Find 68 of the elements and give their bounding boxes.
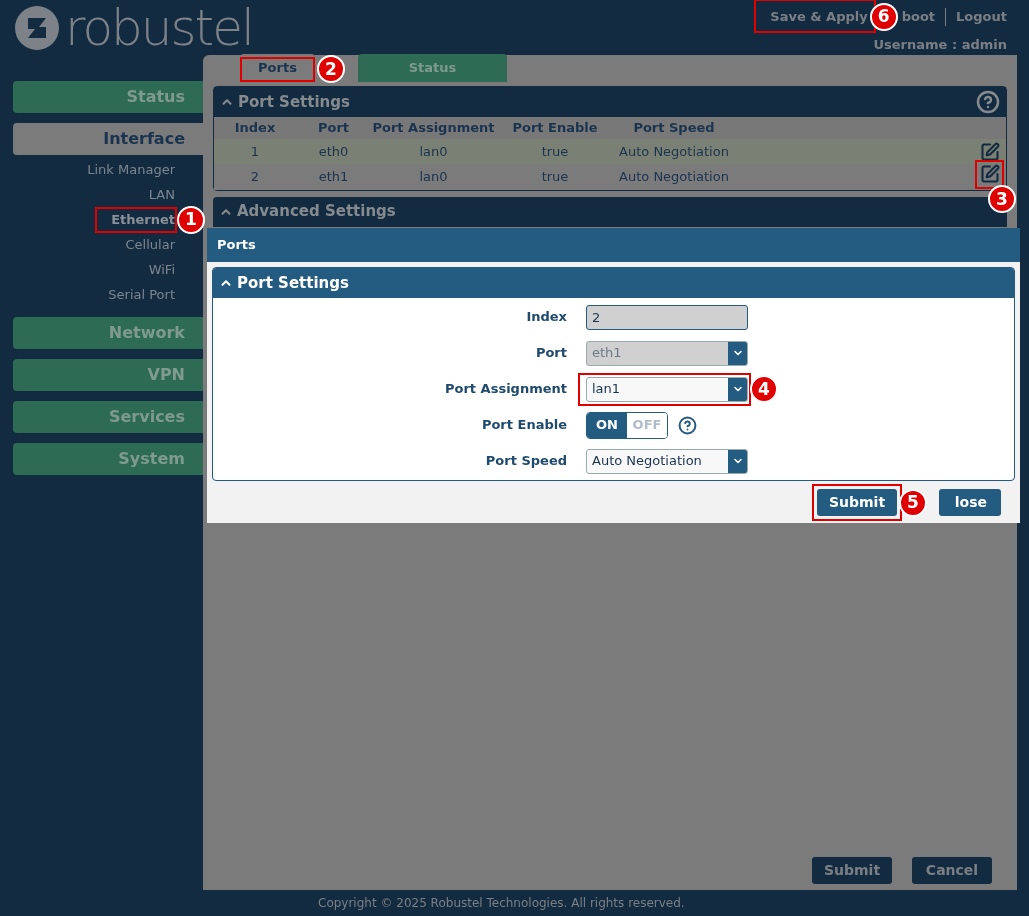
step-number-badge: 6: [869, 2, 898, 31]
field-label: Port Speed: [484, 452, 568, 471]
header-link[interactable]: boot: [901, 7, 936, 27]
field-label: Port Enable: [480, 416, 568, 435]
table-cell: 2: [214, 164, 296, 190]
dialog-title: Ports: [217, 236, 256, 255]
table-cell: lan0: [371, 139, 496, 164]
table-cell: true: [496, 164, 614, 190]
sidebar-subitem[interactable]: LAN: [148, 184, 175, 205]
select-field[interactable]: lan1: [586, 376, 748, 402]
column-header: Index: [214, 117, 296, 139]
sidebar-subitem[interactable]: Link Manager: [87, 159, 175, 180]
dialog-button[interactable]: Submit: [817, 489, 897, 516]
table-cell: eth1: [296, 164, 371, 190]
header-link[interactable]: Save & Apply: [770, 7, 868, 27]
table-cell: Auto Negotiation: [614, 139, 734, 164]
toggle-switch[interactable]: ON OFF: [586, 411, 668, 439]
copyright-text: Copyright © 2025 Robustel Technologies. All rights reserved.: [318, 895, 685, 912]
sidebar-menu-item[interactable]: Network: [13, 317, 203, 349]
dialog-button[interactable]: lose: [939, 489, 1001, 516]
column-header: Port Enable: [496, 117, 614, 139]
field-label: Port: [534, 344, 568, 363]
column-header: Port: [296, 117, 371, 139]
edit-icon[interactable]: [980, 164, 1000, 184]
dropdown-chevron-icon: [728, 341, 747, 365]
table-cell: 1: [214, 139, 296, 164]
select-value: Auto Negotiation: [591, 452, 703, 471]
sidebar-subitem[interactable]: Ethernet: [111, 209, 175, 230]
username-label: Username : admin: [873, 35, 1007, 54]
dropdown-chevron-icon: [728, 377, 747, 401]
column-header: Port Speed: [614, 117, 734, 139]
table-cell: true: [496, 139, 614, 164]
form-button[interactable]: Cancel: [912, 857, 992, 884]
field-label: Port Assignment: [444, 380, 568, 399]
sidebar-menu-item[interactable]: VPN: [13, 359, 203, 391]
help-icon[interactable]: [678, 415, 697, 435]
step-number-badge: 4: [750, 375, 778, 403]
sidebar-menu-item[interactable]: Interface: [13, 123, 203, 155]
step-number-badge: 3: [988, 185, 1016, 213]
table-cell: lan0: [371, 164, 496, 190]
edit-icon[interactable]: [980, 141, 1000, 162]
step-number-badge: 2: [317, 55, 345, 84]
header-link[interactable]: Logout: [956, 7, 1007, 27]
field-label: Index: [525, 308, 568, 327]
sidebar-menu-item[interactable]: Status: [13, 81, 203, 113]
sidebar-menu-item[interactable]: Services: [13, 401, 203, 433]
section-title: Advanced Settings: [237, 201, 396, 223]
select-value: eth1: [591, 344, 623, 363]
table-cell: Auto Negotiation: [614, 164, 734, 190]
column-header: Port Assignment: [371, 117, 496, 139]
toggle-on-label: ON: [587, 412, 627, 438]
section-title: Port Settings: [237, 272, 349, 294]
sidebar-subitem[interactable]: Cellular: [125, 234, 175, 255]
help-icon[interactable]: [976, 90, 1000, 114]
tab[interactable]: Status: [358, 53, 507, 82]
sidebar-subitem[interactable]: WiFi: [148, 259, 175, 280]
step-number-badge: 1: [177, 205, 205, 234]
table-cell: eth0: [296, 139, 371, 164]
select-value: lan1: [591, 380, 622, 399]
section-title: Port Settings: [238, 91, 350, 113]
dropdown-chevron-icon: [728, 449, 747, 473]
logo-icon: [13, 3, 61, 52]
step-number-badge: 5: [899, 488, 927, 517]
select-field[interactable]: Auto Negotiation: [586, 448, 748, 474]
brand-logo-text: robustel: [65, 2, 253, 53]
sidebar-subitem[interactable]: Serial Port: [108, 284, 175, 305]
sidebar-menu-item[interactable]: System: [13, 443, 203, 475]
form-button[interactable]: Submit: [812, 857, 892, 884]
